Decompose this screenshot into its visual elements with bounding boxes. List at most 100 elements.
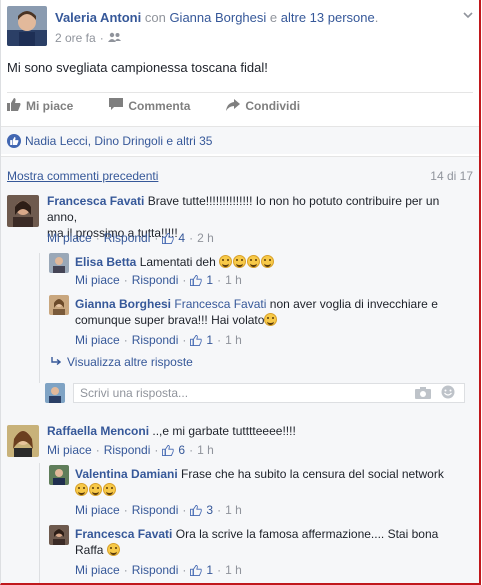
thumbs-up-icon[interactable] [162, 443, 175, 457]
reply-reply-link[interactable]: Rispondi [132, 503, 179, 517]
comment-reply-link[interactable]: Rispondi [104, 231, 151, 245]
reply-like-link[interactable]: Mi piace [75, 273, 120, 287]
laughing-emoji-icon [219, 255, 233, 268]
post-time[interactable]: 2 ore fa [55, 31, 96, 45]
dot: · [123, 503, 128, 517]
reply-like-link[interactable]: Mi piace [75, 333, 120, 347]
comment-button-label: Commenta [128, 99, 191, 113]
laughing-emoji-icon [247, 255, 261, 268]
comment-like-count[interactable]: 6 [178, 443, 185, 457]
dot: · [123, 273, 128, 287]
reply-author[interactable]: Elisa Betta [75, 255, 136, 269]
laughing-emoji-icon [103, 483, 116, 496]
comment-time[interactable]: 2 h [197, 231, 214, 245]
dot: · [95, 231, 100, 245]
meta-dot: · [99, 31, 104, 45]
dot: · [123, 333, 128, 347]
replier-avatar[interactable] [49, 465, 69, 485]
dot: · [217, 333, 222, 347]
reply-reply-link[interactable]: Rispondi [132, 273, 179, 287]
commenter-avatar[interactable] [7, 195, 39, 227]
post-options-chevron-icon[interactable] [463, 8, 473, 22]
dot: · [154, 443, 159, 457]
thumbs-up-icon[interactable] [190, 273, 203, 287]
reply-like-count[interactable]: 1 [206, 273, 213, 287]
comments-section: Mostra commenti precedenti 14 di 17 Fran… [1, 156, 479, 583]
dot: · [95, 443, 100, 457]
like-button[interactable]: Mi piace [7, 98, 73, 114]
author-name[interactable]: Valeria Antoni [55, 10, 141, 25]
emoji-picker-icon[interactable] [441, 385, 455, 402]
reply-reply-link[interactable]: Rispondi [132, 333, 179, 347]
post-title-line: Valeria Antoni con Gianna Borghesi e alt… [55, 10, 378, 25]
reply-like-link[interactable]: Mi piace [75, 563, 120, 577]
with-word: con [144, 10, 166, 25]
reply-text: Lamentati deh [139, 255, 216, 269]
reply-time[interactable]: 1 h [225, 333, 242, 347]
commenter-avatar[interactable] [7, 425, 39, 457]
reply-time[interactable]: 1 h [225, 503, 242, 517]
reactions-text[interactable]: Nadia Lecci, Dino Dringoli e altri 35 [25, 134, 212, 148]
share-button[interactable]: Condividi [226, 98, 301, 114]
reply-input[interactable]: Scrivi una risposta... [73, 383, 465, 403]
reply-like-count[interactable]: 1 [206, 563, 213, 577]
comment-author[interactable]: Francesca Favati [47, 194, 144, 208]
dot: · [189, 231, 194, 245]
dot: · [182, 333, 187, 347]
camera-icon[interactable] [415, 386, 431, 402]
dot: · [217, 273, 222, 287]
reply-thread-line [39, 463, 40, 583]
comments-header: Mostra commenti precedenti 14 di 17 [7, 169, 473, 183]
friends-icon[interactable] [107, 31, 121, 45]
reply-like-link[interactable]: Mi piace [75, 503, 120, 517]
replier-avatar[interactable] [49, 295, 69, 315]
reply-thread-line [39, 253, 40, 383]
reply-text-cont: comunque super brava!!! Hai volato [75, 313, 265, 327]
reply-input-placeholder: Scrivi una risposta... [80, 386, 189, 400]
thumbs-up-icon [7, 98, 21, 114]
like-button-label: Mi piace [26, 99, 74, 113]
reply-text: Frase che ha subito la censura del socia… [181, 467, 444, 481]
dot: · [123, 563, 128, 577]
thumbs-up-icon[interactable] [190, 333, 203, 347]
reply: Elisa Betta Lamentati deh Mi piace · Ris… [49, 253, 473, 289]
reply-author[interactable]: Valentina Damiani [75, 467, 178, 481]
laughing-emoji-icon [75, 483, 88, 496]
reply-time[interactable]: 1 h [225, 273, 242, 287]
reply-footer: Mi piace · Rispondi · 1 · 1 h [75, 563, 242, 577]
comment-like-link[interactable]: Mi piace [47, 443, 92, 457]
reply-author[interactable]: Francesca Favati [75, 527, 172, 541]
tagged-others[interactable]: altre 13 persone [277, 10, 375, 25]
dot: · [182, 503, 187, 517]
thumbs-up-icon[interactable] [190, 563, 203, 577]
thumbs-up-icon[interactable] [190, 503, 203, 517]
dot: · [154, 231, 159, 245]
comment-button[interactable]: Commenta [109, 98, 190, 114]
thumbs-up-icon[interactable] [162, 231, 175, 245]
replier-avatar[interactable] [49, 525, 69, 545]
mention-link[interactable]: Francesca Favati [174, 297, 266, 311]
reply-like-count[interactable]: 1 [206, 333, 213, 347]
reply-author[interactable]: Gianna Borghesi [75, 297, 171, 311]
share-button-label: Condividi [245, 99, 301, 113]
comment-like-link[interactable]: Mi piace [47, 231, 92, 245]
reply-time[interactable]: 1 h [225, 563, 242, 577]
replier-avatar[interactable] [49, 253, 69, 273]
comment-author[interactable]: Raffaella Menconi [47, 424, 149, 438]
wink-emoji-icon [264, 313, 278, 326]
comments-counter: 14 di 17 [430, 169, 473, 183]
reply-like-count[interactable]: 3 [206, 503, 213, 517]
comment-time[interactable]: 1 h [197, 443, 214, 457]
show-previous-comments-link[interactable]: Mostra commenti precedenti [7, 169, 158, 183]
comment-icon [109, 98, 124, 114]
reply-footer: Mi piace · Rispondi · 1 · 1 h [75, 273, 242, 287]
comment-reply-link[interactable]: Rispondi [104, 443, 151, 457]
view-more-replies[interactable]: Visualizza altre risposte [51, 355, 193, 369]
reply-reply-link[interactable]: Rispondi [132, 563, 179, 577]
tagged-person[interactable]: Gianna Borghesi [169, 10, 266, 25]
author-avatar[interactable] [7, 6, 47, 46]
comment-like-count[interactable]: 4 [178, 231, 185, 245]
dot: · [189, 443, 194, 457]
like-reaction-icon [7, 133, 21, 148]
tagged-others-label: altre 13 persone [280, 10, 375, 25]
